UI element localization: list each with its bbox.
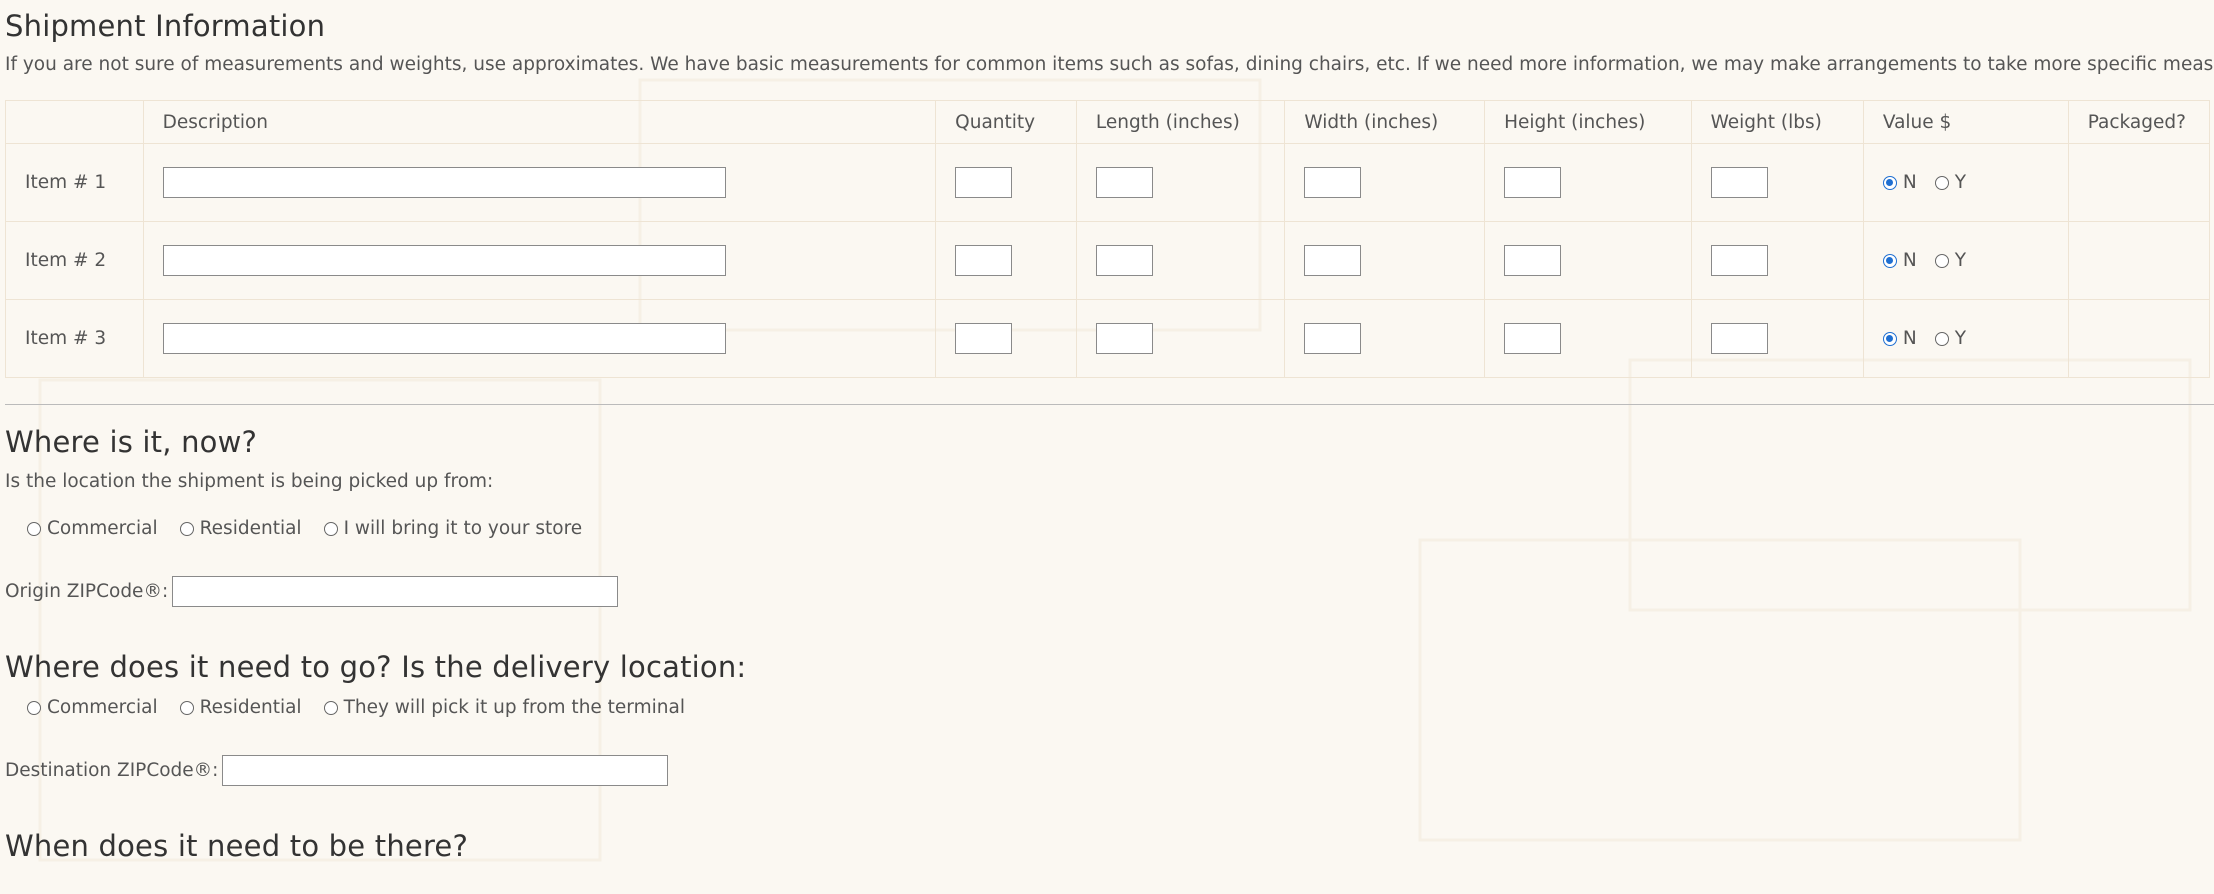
- destination-terminal-label: They will pick it up from the terminal: [343, 697, 685, 718]
- origin-residential-radio[interactable]: [179, 521, 194, 536]
- header-quantity: Quantity: [935, 100, 1077, 144]
- origin-store-radio[interactable]: [323, 521, 338, 536]
- item-label: Item # 3: [5, 299, 144, 378]
- item-2-description-input[interactable]: [162, 245, 726, 276]
- item-3-height-input[interactable]: [1504, 323, 1562, 354]
- item-2-packaged-cell: [2067, 221, 2211, 300]
- item-1-description-input[interactable]: [162, 167, 726, 198]
- item-1-quantity-input[interactable]: [955, 167, 1013, 198]
- origin-commercial-label: Commercial: [47, 518, 158, 539]
- items-header-row: Description Quantity Length (inches) Wid…: [5, 100, 2211, 144]
- origin-location-options: Commercial Residential I will bring it t…: [27, 518, 604, 539]
- origin-commercial-option[interactable]: Commercial: [27, 518, 158, 539]
- destination-location-options: Commercial Residential They will pick it…: [27, 697, 707, 718]
- origin-store-option[interactable]: I will bring it to your store: [323, 518, 583, 539]
- origin-commercial-radio[interactable]: [27, 521, 41, 536]
- item-2-weight-input[interactable]: [1710, 245, 1768, 276]
- item-1-length-input[interactable]: [1095, 167, 1153, 198]
- origin-residential-label: Residential: [199, 518, 302, 539]
- item-2-length-input[interactable]: [1095, 245, 1153, 276]
- header-value: Value $: [1862, 100, 2069, 144]
- destination-title: Where does it need to go? Is the deliver…: [5, 650, 747, 684]
- destination-commercial-radio[interactable]: [27, 700, 41, 715]
- item-3-value-radio-group: N Y: [1882, 328, 2068, 349]
- destination-zip-row: Destination ZIPCode®:: [5, 755, 669, 786]
- header-width: Width (inches): [1284, 100, 1486, 144]
- item-1-weight-input[interactable]: [1710, 167, 1768, 198]
- origin-zip-label: Origin ZIPCode®:: [5, 581, 169, 602]
- origin-question: Is the location the shipment is being pi…: [5, 471, 494, 492]
- item-3-value-y-radio[interactable]: [1934, 331, 1949, 346]
- header-description: Description: [142, 100, 937, 144]
- item-3-quantity-input[interactable]: [955, 323, 1013, 354]
- item-3-description-input[interactable]: [162, 323, 726, 354]
- radio-label-n: N: [1902, 172, 1917, 193]
- destination-commercial-option[interactable]: Commercial: [27, 697, 158, 718]
- header-item: [5, 100, 144, 144]
- table-row: Item # 1 N Y: [5, 143, 2211, 222]
- item-1-height-input[interactable]: [1504, 167, 1562, 198]
- item-3-packaged-cell: [2067, 299, 2211, 378]
- header-length: Length (inches): [1075, 100, 1286, 144]
- shipment-intro: If you are not sure of measurements and …: [5, 54, 2214, 75]
- header-weight: Weight (lbs): [1690, 100, 1864, 144]
- radio-label-y: Y: [1954, 250, 1966, 271]
- table-row: Item # 3 N Y: [5, 299, 2211, 378]
- destination-commercial-label: Commercial: [47, 697, 158, 718]
- destination-residential-option[interactable]: Residential: [179, 697, 302, 718]
- radio-label-n: N: [1902, 250, 1917, 271]
- radio-label-y: Y: [1954, 172, 1966, 193]
- origin-zip-row: Origin ZIPCode®:: [5, 576, 619, 607]
- destination-residential-radio[interactable]: [179, 700, 194, 715]
- table-row: Item # 2 N Y: [5, 221, 2211, 300]
- item-2-value-radio-group: N Y: [1882, 250, 2068, 271]
- origin-zip-input[interactable]: [172, 576, 619, 607]
- shipment-title: Shipment Information: [5, 9, 326, 43]
- item-3-length-input[interactable]: [1095, 323, 1153, 354]
- item-2-quantity-input[interactable]: [955, 245, 1013, 276]
- destination-terminal-radio[interactable]: [323, 700, 338, 715]
- item-2-value-y-radio[interactable]: [1934, 253, 1949, 268]
- item-1-value-y-radio[interactable]: [1934, 175, 1949, 190]
- items-table: Description Quantity Length (inches) Wid…: [5, 100, 2211, 378]
- radio-label-n: N: [1902, 328, 1917, 349]
- header-height: Height (inches): [1484, 100, 1692, 144]
- destination-zip-input[interactable]: [222, 755, 669, 786]
- item-2-value-n-radio[interactable]: [1882, 253, 1897, 268]
- item-3-width-input[interactable]: [1304, 323, 1362, 354]
- item-2-width-input[interactable]: [1304, 245, 1362, 276]
- item-label: Item # 2: [5, 221, 144, 300]
- header-packaged: Packaged?: [2067, 100, 2211, 144]
- origin-store-label: I will bring it to your store: [343, 518, 583, 539]
- timing-title: When does it need to be there?: [5, 829, 469, 863]
- item-2-height-input[interactable]: [1504, 245, 1562, 276]
- radio-label-y: Y: [1954, 328, 1966, 349]
- item-1-packaged-cell: [2067, 143, 2211, 222]
- origin-residential-option[interactable]: Residential: [179, 518, 302, 539]
- section-divider: [5, 404, 2214, 405]
- destination-residential-label: Residential: [199, 697, 302, 718]
- item-3-weight-input[interactable]: [1710, 323, 1768, 354]
- item-1-width-input[interactable]: [1304, 167, 1362, 198]
- item-1-value-n-radio[interactable]: [1882, 175, 1897, 190]
- item-1-value-radio-group: N Y: [1882, 172, 2068, 193]
- item-label: Item # 1: [5, 143, 144, 222]
- destination-terminal-option[interactable]: They will pick it up from the terminal: [323, 697, 685, 718]
- destination-zip-label: Destination ZIPCode®:: [5, 760, 219, 781]
- origin-title: Where is it, now?: [5, 425, 258, 459]
- item-3-value-n-radio[interactable]: [1882, 331, 1897, 346]
